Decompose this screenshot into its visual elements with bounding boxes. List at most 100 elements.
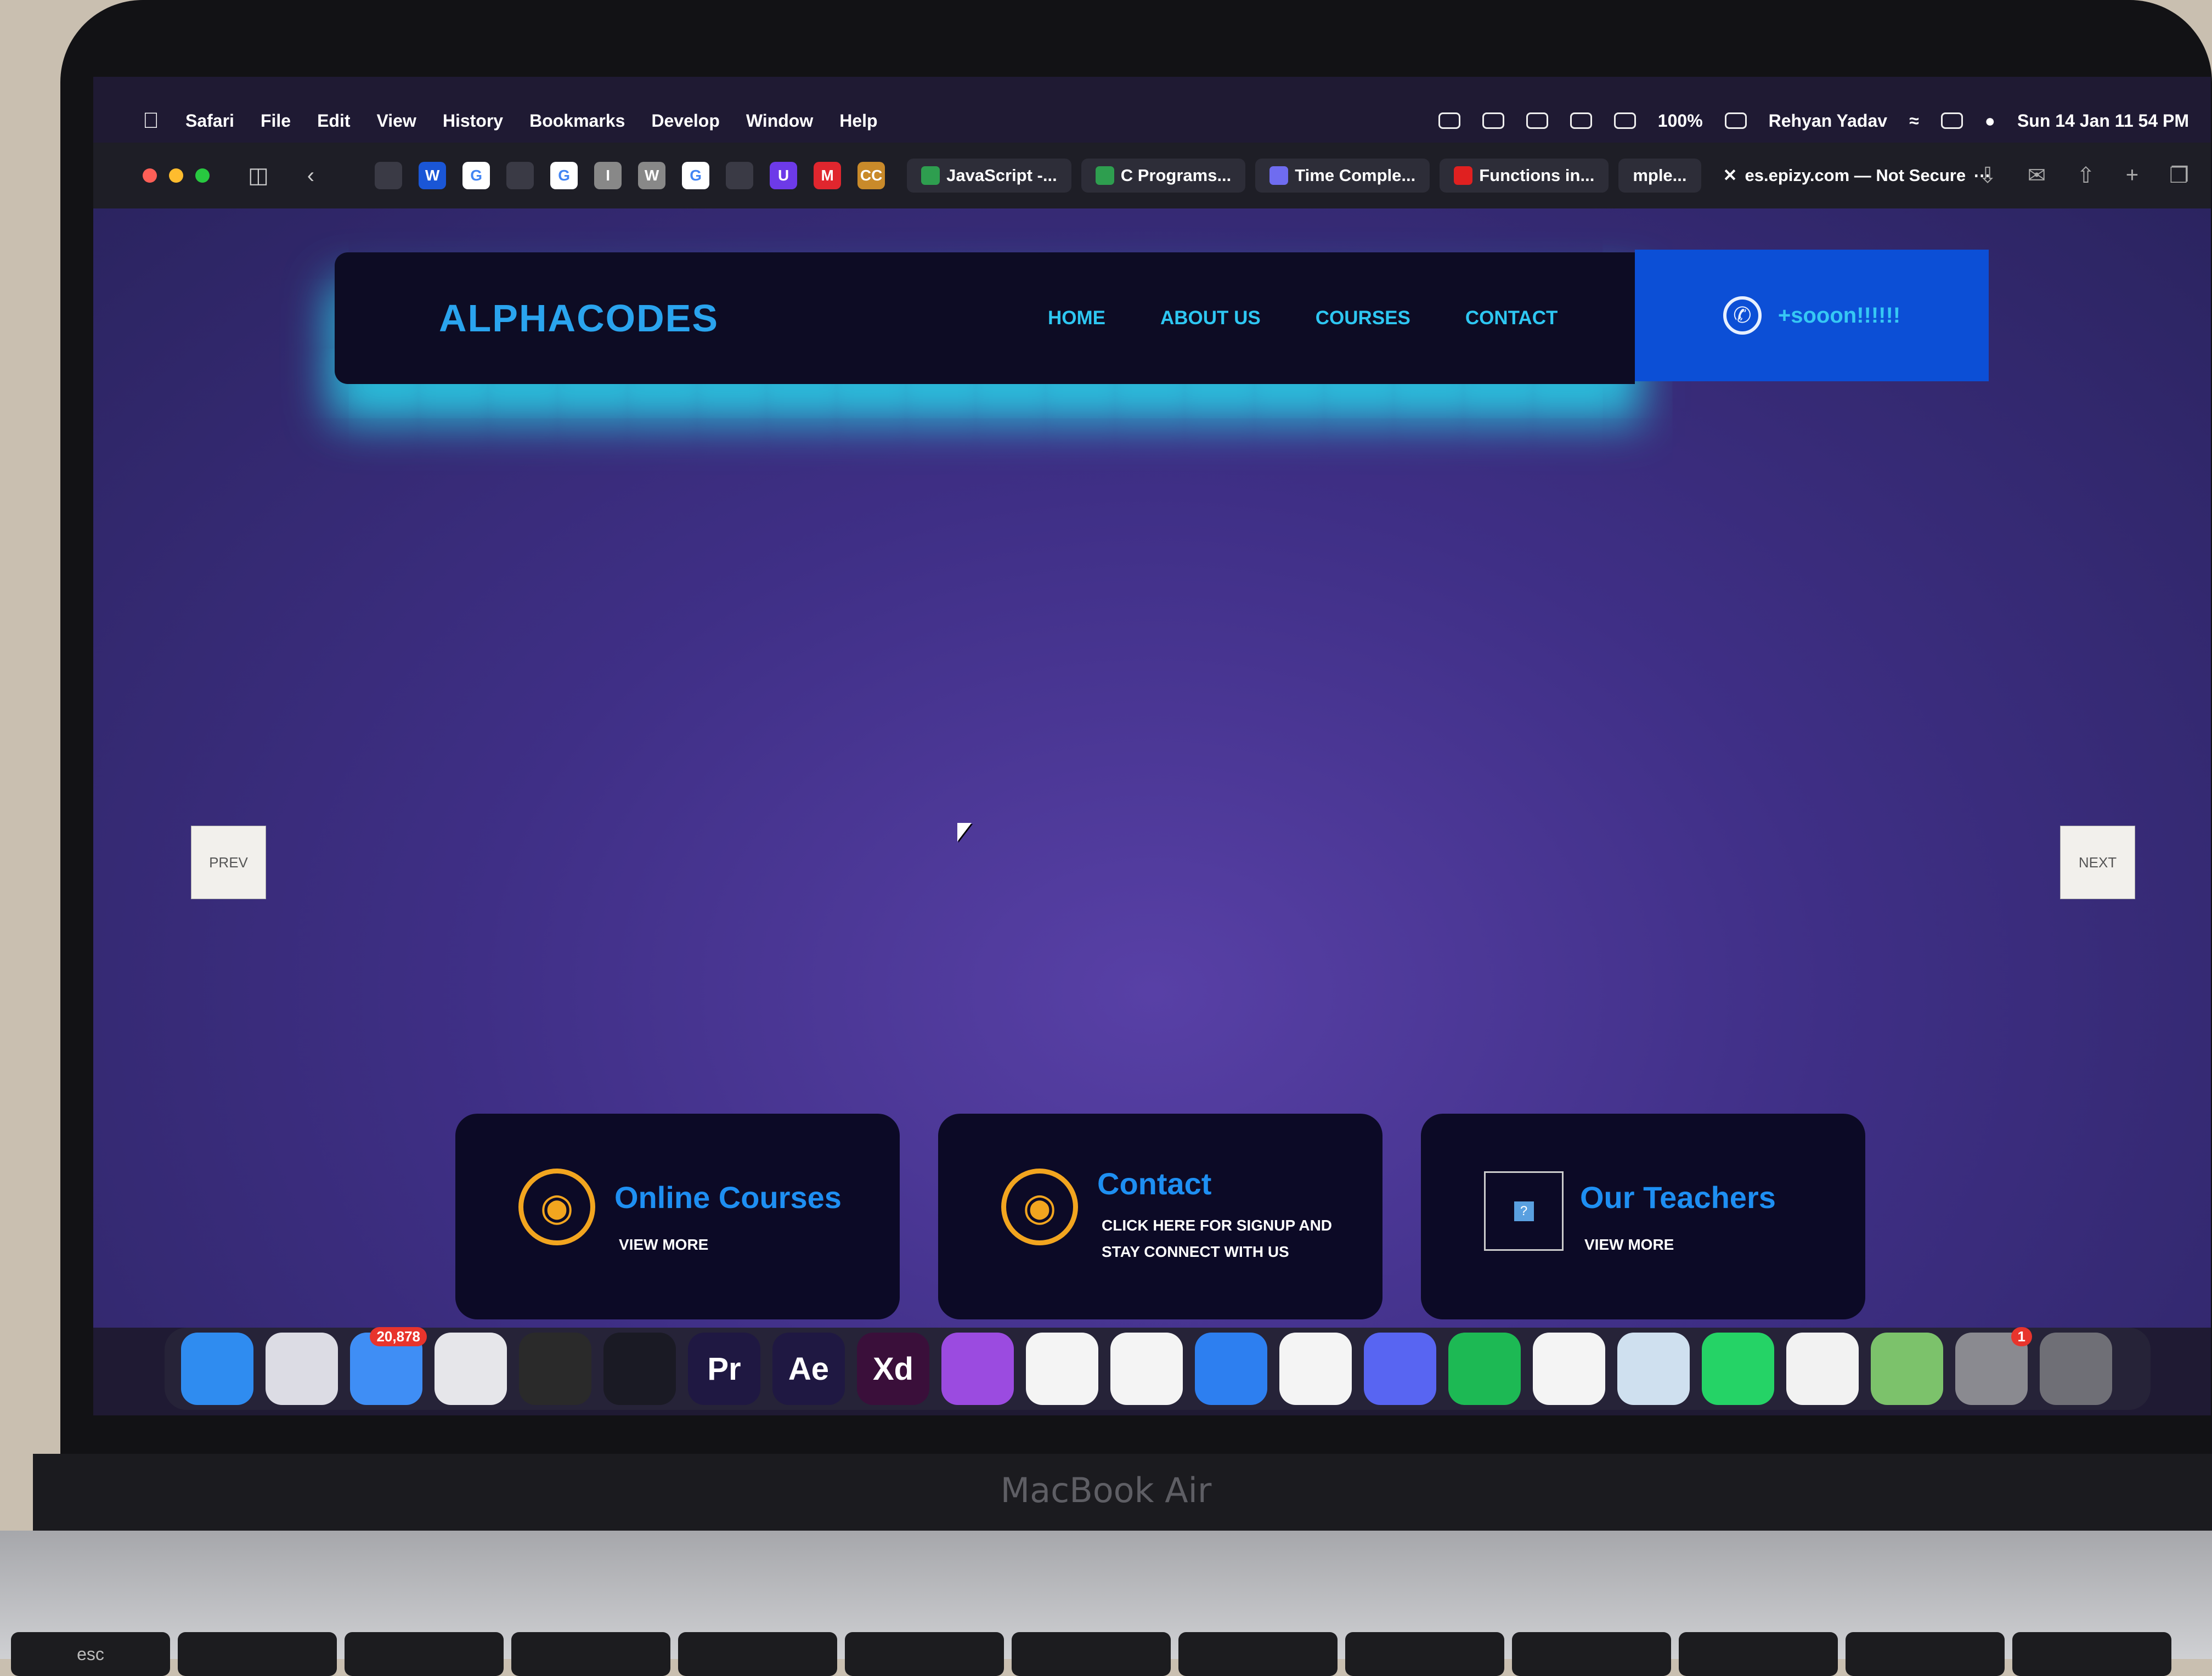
app-name-menu[interactable]: Safari (185, 111, 234, 131)
dock-davinci-icon[interactable] (603, 1333, 676, 1405)
mission-control-key[interactable] (511, 1632, 670, 1676)
dock-app-store-icon[interactable] (1110, 1333, 1183, 1405)
browser-tab[interactable]: C Programs... (1081, 159, 1246, 193)
menu-edit[interactable]: Edit (317, 111, 350, 131)
minimize-window-button[interactable] (169, 168, 183, 183)
dock-xcode-icon[interactable] (1195, 1333, 1267, 1405)
browser-tab[interactable]: mple... (1618, 159, 1701, 193)
favorite-item[interactable]: W (638, 162, 666, 189)
favorite-item[interactable]: W (419, 162, 447, 189)
dock-geeksforgeeks-icon[interactable] (1533, 1333, 1605, 1405)
user-name[interactable]: Rehyan Yadav (1769, 111, 1887, 131)
share-icon[interactable]: ⇧ (2076, 163, 2095, 188)
favorite-item[interactable]: G (462, 162, 490, 189)
dock-textedit-icon[interactable] (1786, 1333, 1859, 1405)
menu-develop[interactable]: Develop (651, 111, 719, 131)
focus-key[interactable] (1012, 1632, 1171, 1676)
favorite-item[interactable]: CC (857, 162, 885, 189)
volume-up-key[interactable] (2012, 1632, 2171, 1676)
dock-vscode-icon[interactable] (1279, 1333, 1352, 1405)
spotlight-key[interactable] (678, 1632, 837, 1676)
card-link[interactable]: CLICK HERE FOR SIGNUP AND STAY CONNECT W… (1102, 1212, 1365, 1265)
dock-after-effects-icon[interactable]: Ae (772, 1333, 845, 1405)
address-bar[interactable]: ✕ es.epizy.com — Not Secure ⋯ (1723, 166, 1991, 185)
brightness-down-key[interactable] (178, 1632, 337, 1676)
dock-premiere-icon[interactable]: Pr (688, 1333, 760, 1405)
favorite-item[interactable]: G (550, 162, 578, 189)
browser-tab[interactable]: Time Comple... (1255, 159, 1430, 193)
back-icon[interactable]: ‹ (307, 163, 314, 188)
next-button[interactable]: NEXT (2060, 826, 2135, 899)
tab-overview-icon[interactable]: ❐ (2169, 163, 2189, 188)
wifi-icon[interactable]: ≈ (1909, 111, 1919, 131)
nav-contact[interactable]: CONTACT (1465, 307, 1558, 329)
apple-menu-icon[interactable]:  (143, 109, 159, 133)
dock-discord-icon[interactable] (1364, 1333, 1436, 1405)
browser-tab[interactable]: JavaScript -... (907, 159, 1071, 193)
esc-key[interactable]: esc (11, 1632, 170, 1676)
zoom-window-button[interactable] (195, 168, 210, 183)
download-icon[interactable]: ⇩ (1978, 163, 1997, 188)
card-contact[interactable]: ◉ Contact CLICK HERE FOR SIGNUP AND STAY… (938, 1114, 1383, 1319)
new-tab-icon[interactable]: + (2126, 163, 2138, 188)
menu-help[interactable]: Help (839, 111, 877, 131)
dock-launchpad-icon[interactable] (266, 1333, 338, 1405)
dock-mail-icon[interactable]: 20,878 (350, 1327, 427, 1405)
fast-forward-key[interactable] (1512, 1632, 1671, 1676)
dock-final-cut-icon[interactable] (519, 1333, 591, 1405)
dock-maps-icon[interactable] (1871, 1333, 1943, 1405)
dock-preview-icon[interactable] (1617, 1333, 1690, 1405)
favorite-item[interactable]: G (682, 162, 710, 189)
site-logo[interactable]: ALPHACODES (439, 296, 719, 340)
mail-icon[interactable]: ✉ (2028, 163, 2046, 188)
favorite-item[interactable] (726, 162, 754, 189)
dock-spotify-icon[interactable] (1448, 1333, 1521, 1405)
nav-courses[interactable]: COURSES (1316, 307, 1410, 329)
tab-close-icon[interactable]: ✕ (1723, 166, 1737, 185)
brightness-icon[interactable] (1613, 112, 1636, 129)
card-our-teachers[interactable]: ? Our Teachers VIEW MORE (1421, 1114, 1865, 1319)
menu-view[interactable]: View (377, 111, 416, 131)
sidebar-toggle-icon[interactable]: ◫ (248, 163, 269, 188)
dock-trash-icon[interactable] (2040, 1333, 2112, 1405)
favorite-item[interactable]: U (770, 162, 798, 189)
menu-file[interactable]: File (261, 111, 291, 131)
rewind-key[interactable] (1178, 1632, 1338, 1676)
siri-icon[interactable]: ● (1985, 111, 1995, 131)
menu-bookmarks[interactable]: Bookmarks (529, 111, 625, 131)
control-center-icon[interactable] (1940, 112, 1963, 129)
display-icon[interactable] (1526, 112, 1548, 129)
prev-button[interactable]: PREV (191, 826, 266, 899)
favorite-item[interactable]: I (594, 162, 622, 189)
dock-xd-icon[interactable]: Xd (857, 1333, 929, 1405)
battery-icon[interactable] (1724, 112, 1747, 129)
card-link[interactable]: VIEW MORE (1584, 1232, 1848, 1258)
dock-mongodb-icon[interactable] (1026, 1333, 1098, 1405)
dock-github-icon[interactable] (941, 1333, 1014, 1405)
favorite-item[interactable]: M (814, 162, 842, 189)
brightness-up-key[interactable] (345, 1632, 504, 1676)
close-window-button[interactable] (143, 168, 157, 183)
phone-contact-box[interactable]: ✆ +sooon!!!!!! (1635, 250, 1989, 381)
nav-about-us[interactable]: ABOUT US (1160, 307, 1261, 329)
play-pause-key[interactable] (1345, 1632, 1504, 1676)
creative-cloud-icon[interactable] (1438, 112, 1460, 129)
dock-system-settings-icon[interactable]: 1 (1955, 1327, 2032, 1405)
mute-key[interactable] (1679, 1632, 1838, 1676)
nav-home[interactable]: HOME (1048, 307, 1105, 329)
dock-finder-icon[interactable] (181, 1333, 253, 1405)
browser-tab[interactable]: Functions in... (1440, 159, 1609, 193)
menu-window[interactable]: Window (746, 111, 813, 131)
card-link[interactable]: VIEW MORE (619, 1232, 882, 1258)
dictation-key[interactable] (845, 1632, 1004, 1676)
dock-safari-icon[interactable] (435, 1333, 507, 1405)
clock[interactable]: Sun 14 Jan 11 54 PM (2017, 111, 2189, 131)
play-icon[interactable] (1570, 112, 1592, 129)
favorite-item[interactable] (506, 162, 534, 189)
volume-down-key[interactable] (1846, 1632, 2005, 1676)
card-online-courses[interactable]: ◉ Online Courses VIEW MORE (455, 1114, 900, 1319)
favorite-item[interactable] (375, 162, 403, 189)
status-app-icon[interactable] (1482, 112, 1504, 129)
dock-whatsapp-icon[interactable] (1702, 1333, 1774, 1405)
menu-history[interactable]: History (443, 111, 503, 131)
